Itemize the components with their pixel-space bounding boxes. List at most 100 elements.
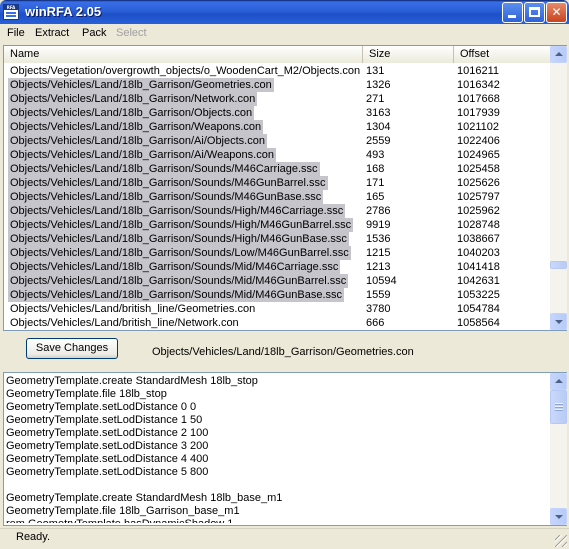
save-changes-button[interactable]: Save Changes	[26, 338, 118, 359]
title-bar[interactable]: RFA winRFA 2.05 ✕	[0, 0, 569, 24]
row-size: 1213	[366, 261, 391, 273]
table-row[interactable]: Objects/Vehicles/Land/18lb_Garrison/Ai/O…	[4, 134, 551, 148]
row-offset: 1053225	[457, 289, 500, 301]
table-row[interactable]: Objects/Vehicles/Land/18lb_Garrison/Soun…	[4, 274, 551, 288]
menu-select[interactable]: Select	[116, 27, 147, 39]
row-size: 271	[366, 93, 385, 105]
list-scroll-up-button[interactable]	[550, 46, 567, 63]
minimize-button[interactable]	[502, 2, 523, 23]
editor-scroll-thumb[interactable]	[550, 390, 567, 424]
row-offset: 1025458	[457, 163, 500, 175]
table-row[interactable]: Objects/Vehicles/Land/18lb_Garrison/Geom…	[4, 78, 551, 92]
scroll-up-icon	[555, 52, 563, 56]
editor-scroll-up-button[interactable]	[550, 373, 567, 390]
table-row[interactable]: Objects/Vehicles/Land/18lb_Garrison/Ai/W…	[4, 148, 551, 162]
row-size: 1215	[366, 247, 391, 259]
row-name: Objects/Vehicles/Land/18lb_Garrison/Geom…	[8, 78, 274, 92]
row-offset: 1042631	[457, 275, 500, 287]
row-size: 1559	[366, 289, 391, 301]
table-row[interactable]: Objects/Vehicles/Land/18lb_Garrison/Soun…	[4, 288, 551, 302]
row-name: Objects/Vehicles/Land/18lb_Garrison/Soun…	[8, 204, 346, 218]
editor-line: rem GeometryTemplate.hasDynamicShadow 1	[6, 518, 546, 523]
row-size: 493	[366, 149, 385, 161]
row-size: 3163	[366, 107, 391, 119]
row-offset: 1054784	[457, 303, 500, 315]
editor-line: GeometryTemplate.file 18lb_Garrison_base…	[6, 505, 240, 517]
editor-line: GeometryTemplate.setLodDistance 3 200	[6, 440, 209, 452]
table-row[interactable]: Objects/Vehicles/Land/18lb_Garrison/Soun…	[4, 162, 551, 176]
table-row[interactable]: Objects/Vehicles/Land/18lb_Garrison/Weap…	[4, 120, 551, 134]
row-offset: 1021102	[457, 121, 500, 133]
table-row[interactable]: Objects/Vehicles/Land/18lb_Garrison/Soun…	[4, 246, 551, 260]
row-size: 165	[366, 191, 385, 203]
table-row[interactable]: Objects/Vehicles/Land/british_line/Netwo…	[4, 316, 551, 330]
row-name: Objects/Vehicles/Land/18lb_Garrison/Soun…	[8, 288, 345, 302]
row-name: Objects/Vehicles/Land/18lb_Garrison/Soun…	[8, 218, 354, 232]
scroll-down-icon	[555, 515, 563, 519]
editor-line: GeometryTemplate.create StandardMesh 18l…	[6, 375, 258, 387]
editor-scroll-down-button[interactable]	[550, 508, 567, 525]
table-row[interactable]: Objects/Vehicles/Land/18lb_Garrison/Soun…	[4, 232, 551, 246]
maximize-button[interactable]	[524, 2, 545, 23]
row-offset: 1028748	[457, 219, 500, 231]
table-row[interactable]: Objects/Vehicles/Land/18lb_Garrison/Soun…	[4, 176, 551, 190]
close-button[interactable]: ✕	[546, 2, 567, 23]
table-row[interactable]: Objects/Vehicles/Land/18lb_Garrison/Soun…	[4, 204, 551, 218]
row-offset: 1058564	[457, 317, 500, 329]
column-header-size[interactable]: Size	[363, 46, 454, 63]
menu-pack[interactable]: Pack	[82, 27, 106, 39]
maximize-icon	[529, 7, 540, 17]
file-list[interactable]: Name Size Offset Objects/Vegetation/over…	[3, 45, 567, 331]
row-name: Objects/Vehicles/Land/18lb_Garrison/Soun…	[8, 260, 341, 274]
row-name: Objects/Vehicles/Land/18lb_Garrison/Soun…	[8, 246, 351, 260]
row-name: Objects/Vehicles/Land/18lb_Garrison/Obje…	[8, 106, 255, 120]
current-file-path: Objects/Vehicles/Land/18lb_Garrison/Geom…	[152, 346, 414, 358]
list-rows: Objects/Vegetation/overgrowth_objects/o_…	[4, 64, 551, 330]
editor-line: GeometryTemplate.file 18lb_stop	[6, 388, 167, 400]
app-window: RFA winRFA 2.05 ✕ File Extract Pack Sele…	[0, 0, 569, 549]
menu-file[interactable]: File	[7, 27, 25, 39]
list-header: Name Size Offset	[4, 46, 551, 63]
app-icon: RFA	[3, 4, 19, 20]
editor-scrollbar[interactable]	[550, 373, 567, 525]
row-name: Objects/Vehicles/Land/18lb_Garrison/Soun…	[8, 176, 328, 190]
row-offset: 1017939	[457, 107, 500, 119]
table-row[interactable]: Objects/Vehicles/Land/18lb_Garrison/Soun…	[4, 218, 551, 232]
list-scrollbar[interactable]	[550, 46, 567, 330]
table-row[interactable]: Objects/Vehicles/Land/18lb_Garrison/Soun…	[4, 190, 551, 204]
editor-line: GeometryTemplate.setLodDistance 5 800	[6, 466, 209, 478]
status-text: Ready.	[16, 531, 51, 543]
table-row[interactable]: Objects/Vehicles/Land/british_line/Geome…	[4, 302, 551, 316]
table-row[interactable]: Objects/Vehicles/Land/18lb_Garrison/Netw…	[4, 92, 551, 106]
minimize-icon	[508, 15, 516, 18]
row-name: Objects/Vehicles/Land/18lb_Garrison/Soun…	[8, 162, 320, 176]
list-scroll-thumb[interactable]	[550, 261, 567, 269]
row-size: 9919	[366, 219, 391, 231]
column-header-offset[interactable]: Offset	[454, 46, 551, 63]
row-size: 10594	[366, 275, 397, 287]
table-row[interactable]: Objects/Vehicles/Land/18lb_Garrison/Soun…	[4, 260, 551, 274]
scroll-up-icon	[555, 379, 563, 383]
status-bar: Ready.	[0, 528, 569, 549]
row-size: 131	[366, 65, 385, 77]
row-size: 2786	[366, 205, 391, 217]
row-name: Objects/Vegetation/overgrowth_objects/o_…	[10, 65, 361, 77]
editor-lines: GeometryTemplate.create StandardMesh 18l…	[6, 375, 546, 523]
row-offset: 1025962	[457, 205, 500, 217]
editor-line: GeometryTemplate.setLodDistance 4 400	[6, 453, 209, 465]
row-size: 1326	[366, 79, 391, 91]
resize-grip-icon[interactable]	[555, 535, 567, 547]
row-offset: 1038667	[457, 233, 500, 245]
window-title: winRFA 2.05	[25, 4, 102, 19]
row-offset: 1016211	[457, 65, 500, 77]
row-size: 666	[366, 317, 385, 329]
column-header-name[interactable]: Name	[4, 46, 363, 63]
table-row[interactable]: Objects/Vehicles/Land/18lb_Garrison/Obje…	[4, 106, 551, 120]
list-scroll-down-button[interactable]	[550, 313, 567, 330]
menu-extract[interactable]: Extract	[35, 27, 69, 39]
table-row[interactable]: Objects/Vegetation/overgrowth_objects/o_…	[4, 64, 551, 78]
row-offset: 1022406	[457, 135, 500, 147]
file-content-editor[interactable]: GeometryTemplate.create StandardMesh 18l…	[3, 372, 567, 526]
row-name: Objects/Vehicles/Land/18lb_Garrison/Ai/O…	[8, 134, 267, 148]
row-name: Objects/Vehicles/Land/18lb_Garrison/Netw…	[8, 92, 258, 106]
